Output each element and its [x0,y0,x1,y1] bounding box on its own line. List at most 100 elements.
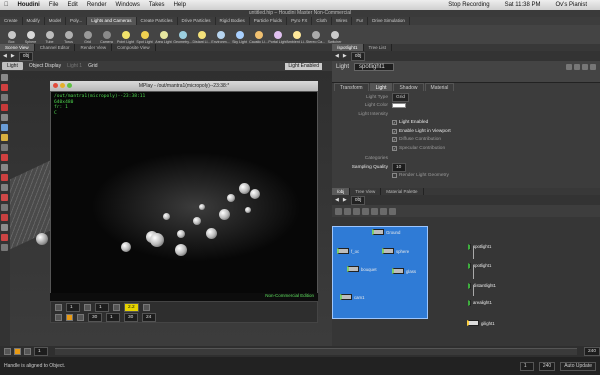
node-foc[interactable]: f_oc [337,248,359,254]
shelf-tab[interactable]: Poly... [66,17,88,25]
shelf-tab[interactable]: Particle Fluids [250,17,288,25]
tab-scene-view[interactable]: Scene View [0,44,35,51]
node-bouquet[interactable]: bouquet [347,266,377,272]
light-color-swatch[interactable] [392,103,406,109]
menu-takes[interactable]: Takes [149,2,165,8]
shelf-tool-2[interactable]: Tube [40,25,59,44]
pose-tool-icon[interactable] [1,164,8,171]
record-status[interactable]: Stop Recording [448,2,489,8]
current-frame-field[interactable]: 30 [124,312,138,322]
sampling-field[interactable]: 10 [392,162,406,172]
play-button[interactable] [66,313,73,321]
shelf-tool-4[interactable]: Grid [78,25,97,44]
forward-icon[interactable]: ▶ [343,197,347,203]
shelf-tab[interactable]: Rigid Bodies [216,17,250,25]
layout-icon[interactable] [353,207,360,215]
shelf-tool-15[interactable]: Ambient Li... [287,25,306,44]
auto-update-toggle[interactable]: Auto Update [560,361,596,371]
rotate-tool-icon[interactable] [1,94,8,101]
step-field[interactable]: 1 [95,302,109,312]
diffuse-checkbox[interactable]: ✓ [392,137,397,143]
gamma-field[interactable]: 2.2 [124,302,139,312]
shelf-tab[interactable]: Pyro FX [287,17,313,25]
move-tool-icon[interactable] [1,84,8,91]
node-name-field[interactable]: spotlight1 [354,63,395,71]
first-frame-icon[interactable] [4,348,11,355]
specular-checkbox[interactable]: ✓ [392,145,397,151]
start-field[interactable]: 1 [34,347,48,356]
shelf-tool-7[interactable]: Spot Light [135,25,154,44]
mplay-render[interactable]: /out/mantra1(micropoly)--23:38:11 640x48… [50,91,318,301]
path-chip[interactable]: obj [350,195,366,205]
node-glass[interactable]: glass [392,268,416,274]
node-gilight[interactable]: gilight1 [467,320,495,326]
tab-obj[interactable]: /obj [332,188,351,195]
path-chip[interactable]: obj [350,51,366,61]
camera-tool-icon[interactable] [1,144,8,151]
light-selector[interactable]: Light 1 [67,63,82,69]
light-tool-icon[interactable] [1,134,8,141]
tab-parameters[interactable]: /spotlight1 [332,44,364,51]
tab-shadow[interactable]: Shadow [393,83,424,91]
frame-end-field[interactable]: 240 [538,361,556,371]
shelf-tab[interactable]: Fur [352,17,369,25]
tab-channel-editor[interactable]: Channel Editor [35,44,76,51]
scale-tool-icon[interactable] [1,104,8,111]
brush-tool-icon[interactable] [1,174,8,181]
select-tool-icon[interactable] [1,74,8,81]
help-icon[interactable] [574,64,580,70]
shelf-tool-5[interactable]: Camera [97,25,116,44]
lock-icon[interactable] [582,64,588,70]
viewport-sphere[interactable] [36,233,48,245]
tab-composite-view[interactable]: Composite View [112,44,156,51]
node-ground[interactable]: Ground [372,229,400,235]
start-frame-field[interactable]: 1 [106,312,120,322]
shelf-tool-8[interactable]: Area Light [154,25,173,44]
path-chip[interactable]: obj [18,51,34,61]
light-type-menu[interactable]: Grid [392,92,410,102]
filter-icon[interactable] [362,207,369,215]
tab-render-view[interactable]: Render View [75,44,113,51]
paint-tool-icon[interactable] [1,194,8,201]
shelf-tab[interactable]: Model [45,17,67,25]
shelf-tool-14[interactable]: Portal Light [268,25,287,44]
shelf-tab[interactable]: Drive Simulation [368,17,410,25]
frame-field[interactable]: 1 [66,302,80,312]
end-frame-field[interactable]: 30 [88,312,102,322]
sculpt-tool-icon[interactable] [1,204,8,211]
shelf-tab[interactable]: Create [0,17,23,25]
rewind-button[interactable] [55,313,62,321]
back-icon[interactable]: ◀ [3,53,7,59]
render-tool-icon[interactable] [1,244,8,251]
mplay-titlebar[interactable]: MPlay - /out/mantra1(micropoly)--23:38:* [50,81,318,91]
viewport-light-checkbox[interactable]: ✓ [392,128,397,134]
shelf-tool-13[interactable]: Caustic Li... [249,25,268,44]
forward-icon[interactable]: ▶ [343,53,347,59]
pin-tool-icon[interactable] [1,234,8,241]
app-name[interactable]: Houdini [18,2,40,8]
shape-icon[interactable] [380,207,387,215]
object-display-toggle[interactable]: Object Display [29,63,61,69]
shelf-tab[interactable]: Cloth [312,17,332,25]
tab-tree-view[interactable]: Tree View [350,188,382,195]
shelf-tool-0[interactable]: Box [2,25,21,44]
gear-icon[interactable] [566,64,572,70]
list-icon[interactable] [344,207,351,215]
grid-toggle[interactable]: Grid [88,63,97,69]
measure-tool-icon[interactable] [1,184,8,191]
render-geometry-checkbox[interactable] [392,173,397,179]
color-icon[interactable] [371,207,378,215]
tab-tree-list[interactable]: Tree List [364,44,392,51]
light-enabled-tag[interactable]: Light Enabled [285,62,322,70]
light-state-button[interactable]: Light [2,62,23,70]
shelf-tool-11[interactable]: Environm... [211,25,230,44]
shelf-tool-12[interactable]: Sky Light [230,25,249,44]
last-frame-icon[interactable] [24,348,31,355]
shelf-tool-9[interactable]: Geometry... [173,25,192,44]
first-frame-button[interactable] [55,303,62,311]
home-icon[interactable] [389,207,396,215]
apple-icon[interactable]:  [4,2,9,8]
shelf-tool-6[interactable]: Point Light [116,25,135,44]
tab-material[interactable]: Material [424,83,455,91]
fps-field[interactable]: 24 [142,312,156,322]
